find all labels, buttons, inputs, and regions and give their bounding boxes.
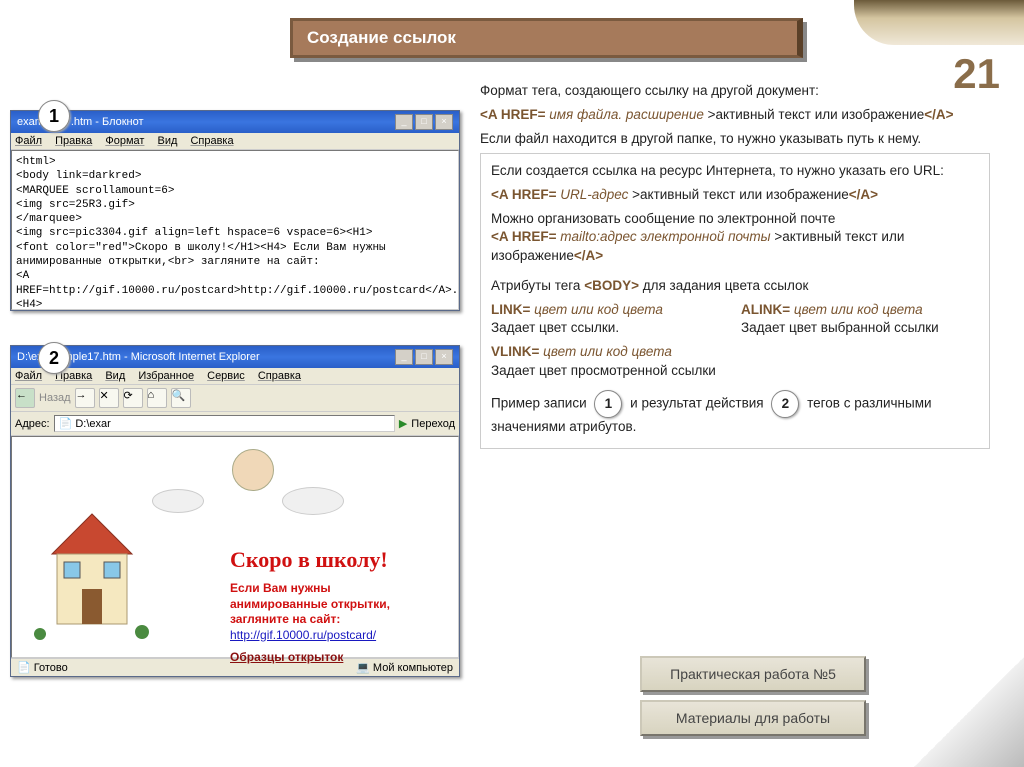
- menu-view[interactable]: Вид: [105, 370, 125, 382]
- code-line: <img src=pic3304.gif align=left hspace=6…: [16, 226, 454, 240]
- vlink-desc: Задает цвет просмотренной ссылки: [491, 362, 979, 380]
- link-alink-row: LINK= цвет или код цвета Задает цвет ссы…: [491, 301, 979, 337]
- example-sentence: Пример записи 1 и результат действия 2 т…: [491, 390, 979, 436]
- code-line: </marquee>: [16, 212, 454, 226]
- page-curl-decoration: [914, 657, 1024, 767]
- back-icon[interactable]: ←: [15, 388, 35, 408]
- menu-help[interactable]: Справка: [190, 135, 233, 147]
- page-text-line: анимированные открытки,: [230, 597, 430, 613]
- menu-file[interactable]: Файл: [15, 135, 42, 147]
- go-icon[interactable]: ▶: [399, 417, 407, 430]
- menu-view[interactable]: Вид: [157, 135, 177, 147]
- menu-help[interactable]: Справка: [258, 370, 301, 382]
- forward-icon[interactable]: →: [75, 388, 95, 408]
- intro-text: Формат тега, создающего ссылку на другой…: [480, 82, 990, 100]
- menu-favorites[interactable]: Избранное: [138, 370, 194, 382]
- examples-column: example17.htm - Блокнот _ □ × Файл Правк…: [10, 110, 460, 677]
- materials-button[interactable]: Материалы для работы: [640, 700, 866, 736]
- link-attr: LINK=: [491, 302, 530, 317]
- go-label[interactable]: Переход: [411, 418, 455, 430]
- menu-format[interactable]: Формат: [105, 135, 144, 147]
- inline-badge-2: 2: [771, 390, 799, 418]
- code-line: <MARQUEE scrollamount=6>: [16, 184, 454, 198]
- callout-badge-1: 1: [38, 100, 70, 132]
- code-line: <A HREF=http://gif.10000.ru/postcard>htt…: [16, 269, 454, 310]
- refresh-icon[interactable]: ⟳: [123, 388, 143, 408]
- alink-desc: Задает цвет выбранной ссылки: [741, 319, 979, 337]
- link-desc: Задает цвет ссылки.: [491, 319, 729, 337]
- ie-viewport: Скоро в школу! Если Вам нужны анимирован…: [11, 436, 459, 658]
- close-button[interactable]: ×: [435, 349, 453, 365]
- code-line: <html>: [16, 155, 454, 169]
- menu-tools[interactable]: Сервис: [207, 370, 245, 382]
- cards-link[interactable]: Образцы открыток: [230, 650, 343, 664]
- minimize-button[interactable]: _: [395, 114, 413, 130]
- alink-attr: ALINK=: [741, 302, 790, 317]
- syntax-line-1: <A HREF= имя файла. расширение >активный…: [480, 106, 990, 124]
- maximize-button[interactable]: □: [415, 114, 433, 130]
- ie-titlebar: D:\ex\example17.htm - Microsoft Internet…: [11, 346, 459, 368]
- code-line: <body link=darkred>: [16, 169, 454, 183]
- ie-nav-toolbar: ← Назад → ✕ ⟳ ⌂ 🔍: [11, 385, 459, 412]
- minimize-button[interactable]: _: [395, 349, 413, 365]
- note-text: Если файл находится в другой папке, то н…: [480, 130, 990, 148]
- inline-badge-1: 1: [594, 390, 622, 418]
- body-attrs-heading: Атрибуты тега <BODY> для задания цвета с…: [491, 277, 979, 295]
- mailto-intro: Можно организовать сообщение по электрон…: [491, 210, 979, 228]
- close-button[interactable]: ×: [435, 114, 453, 130]
- address-label: Адрес:: [15, 418, 50, 430]
- status-ready: 📄 Готово: [17, 661, 68, 674]
- syntax-line-2: <A HREF= URL-адрес >активный текст или и…: [491, 186, 979, 204]
- page-text-line: Если Вам нужны: [230, 581, 430, 597]
- slide-title: Создание ссылок: [290, 18, 803, 58]
- explanation-column: Формат тега, создающего ссылку на другой…: [480, 82, 990, 449]
- postcard-link[interactable]: http://gif.10000.ru/postcard/: [230, 628, 376, 642]
- callout-badge-2: 2: [38, 342, 70, 374]
- syntax-line-3: <A HREF= mailto:адрес электронной почты …: [491, 228, 979, 264]
- home-icon[interactable]: ⌂: [147, 388, 167, 408]
- menu-file[interactable]: Файл: [15, 370, 42, 382]
- stop-icon[interactable]: ✕: [99, 388, 119, 408]
- corner-decoration: [854, 0, 1024, 45]
- animated-figure: [152, 449, 352, 529]
- maximize-button[interactable]: □: [415, 349, 433, 365]
- page-text-line: загляните на сайт:: [230, 612, 430, 628]
- explanation-frame: Если создается ссылка на ресурс Интернет…: [480, 153, 990, 449]
- search-icon[interactable]: 🔍: [171, 388, 191, 408]
- practice-work-button[interactable]: Практическая работа №5: [640, 656, 866, 692]
- ie-address-bar: Адрес: 📄 D:\exar ▶ Переход: [11, 412, 459, 436]
- nav-buttons: Практическая работа №5 Материалы для раб…: [640, 648, 866, 744]
- notepad-titlebar: example17.htm - Блокнот _ □ ×: [11, 111, 459, 133]
- code-line: анимированные открытки,<br> загляните на…: [16, 255, 454, 269]
- address-value: D:\exar: [75, 418, 110, 430]
- notepad-window: example17.htm - Блокнот _ □ × Файл Правк…: [10, 110, 460, 311]
- page-headline: Скоро в школу!: [230, 547, 430, 573]
- house-image: [32, 504, 152, 647]
- url-intro: Если создается ссылка на ресурс Интернет…: [491, 162, 979, 180]
- ie-menubar: Файл Правка Вид Избранное Сервис Справка: [11, 368, 459, 385]
- window-controls: _ □ ×: [395, 349, 453, 365]
- window-controls: _ □ ×: [395, 114, 453, 130]
- ie-window: D:\ex\example17.htm - Microsoft Internet…: [10, 345, 460, 677]
- vlink-row: VLINK= цвет или код цвета Задает цвет пр…: [491, 343, 979, 379]
- back-label[interactable]: Назад: [39, 392, 71, 404]
- notepad-title-text: example17.htm - Блокнот: [17, 116, 144, 128]
- code-line: <font color="red">Скоро в школу!</H1><H4…: [16, 241, 454, 255]
- notepad-menubar: Файл Правка Формат Вид Справка: [11, 133, 459, 150]
- code-line: <img src=25R3.gif>: [16, 198, 454, 212]
- vlink-attr: VLINK=: [491, 344, 539, 359]
- notepad-textarea[interactable]: <html> <body link=darkred> <MARQUEE scro…: [11, 150, 459, 310]
- menu-edit[interactable]: Правка: [55, 135, 92, 147]
- address-input[interactable]: 📄 D:\exar: [54, 415, 395, 432]
